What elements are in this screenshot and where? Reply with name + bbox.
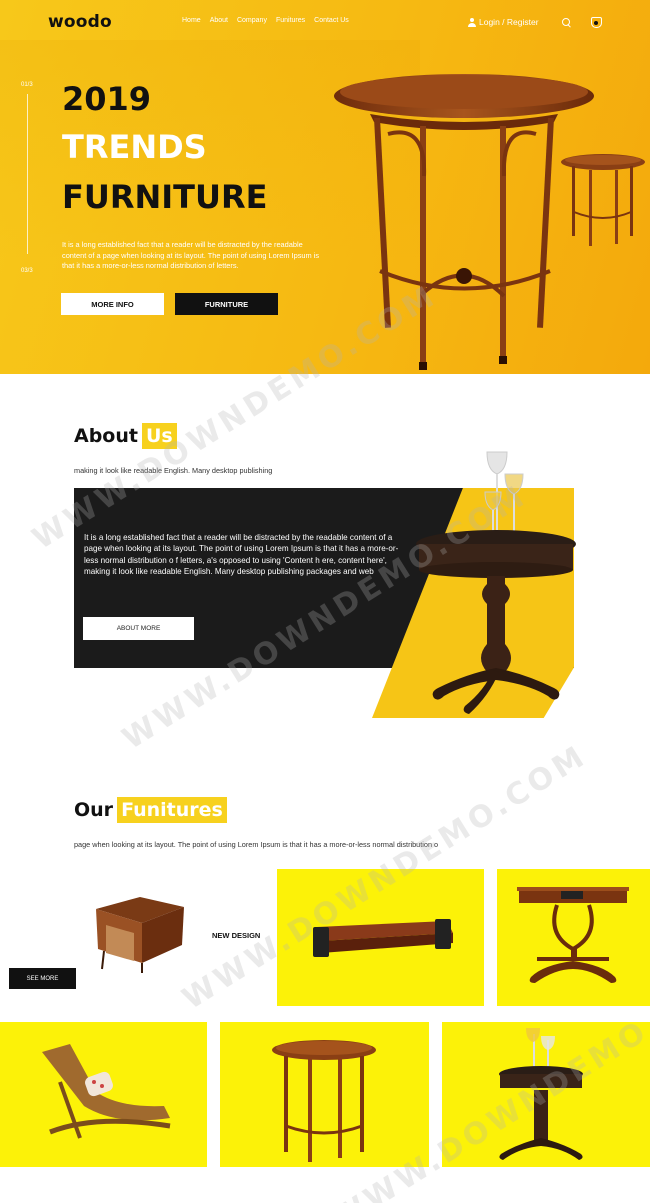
login-register-link[interactable]: Login / Register [468, 17, 539, 27]
product-tile-lounge-chair[interactable] [0, 1022, 207, 1167]
bench-image [313, 919, 453, 957]
slide-indicator-top: 01/3 [21, 82, 33, 88]
furnitures-subtitle: page when looking at its layout. The poi… [74, 840, 439, 849]
furniture-button[interactable]: FURNITURE [175, 293, 278, 315]
furnitures-section-title: Our Funitures [74, 797, 227, 823]
cart-count-dot [594, 21, 598, 25]
furnitures-title-highlight: Funitures [117, 797, 227, 823]
login-label: Login / Register [479, 17, 539, 27]
site-logo[interactable]: woodo [48, 12, 112, 32]
product-tile-bench[interactable] [277, 869, 484, 1006]
about-section-title: About Us [74, 423, 177, 449]
lounge-chair-image [42, 1044, 171, 1139]
hero-large-table-image [334, 74, 594, 370]
about-title-text: About [74, 425, 138, 447]
round-table-image [272, 1040, 376, 1162]
new-design-label: NEW DESIGN [212, 931, 261, 940]
user-icon [468, 17, 476, 27]
nav-company[interactable]: Company [237, 16, 267, 25]
furnitures-title-text: Our [74, 799, 114, 821]
cart-icon[interactable] [591, 17, 602, 28]
see-more-button[interactable]: SEE MORE [9, 968, 76, 989]
slide-indicator-bottom: 03/3 [21, 268, 33, 274]
hero-title-year: 2019 [62, 80, 152, 118]
lyre-table-image [517, 887, 629, 983]
hero-description: It is a long established fact that a rea… [62, 240, 320, 270]
about-more-button[interactable]: ABOUT MORE [83, 617, 194, 640]
nav-about[interactable]: About [210, 16, 228, 25]
slide-progress-line [27, 94, 28, 254]
hero-title-trends: TRENDS [62, 128, 207, 166]
product-tile-lyre-table[interactable] [497, 869, 650, 1006]
about-text: It is a long established fact that a rea… [84, 533, 399, 577]
page: woodo Home About Company Funitures Conta… [0, 0, 650, 1203]
hero-title-furniture: FURNITURE [62, 178, 268, 216]
about-pedestal-table-image [416, 451, 576, 714]
hero-small-table-image [561, 154, 645, 246]
product-tile-pedestal-table[interactable] [442, 1022, 650, 1167]
search-icon[interactable] [562, 18, 571, 27]
about-title-highlight: Us [141, 423, 177, 449]
about-subtitle: making it look like readable English. Ma… [74, 466, 273, 475]
corner-cabinet-image[interactable] [92, 893, 188, 973]
nav-funitures[interactable]: Funitures [276, 16, 305, 25]
more-info-button[interactable]: MORE INFO [61, 293, 164, 315]
main-nav: Home About Company Funitures Contact Us [182, 16, 358, 25]
hero-banner: woodo Home About Company Funitures Conta… [0, 0, 650, 374]
product-tile-round-table[interactable] [220, 1022, 429, 1167]
nav-contact[interactable]: Contact Us [314, 16, 349, 25]
pedestal-table-image [499, 1028, 583, 1160]
nav-home[interactable]: Home [182, 16, 201, 25]
